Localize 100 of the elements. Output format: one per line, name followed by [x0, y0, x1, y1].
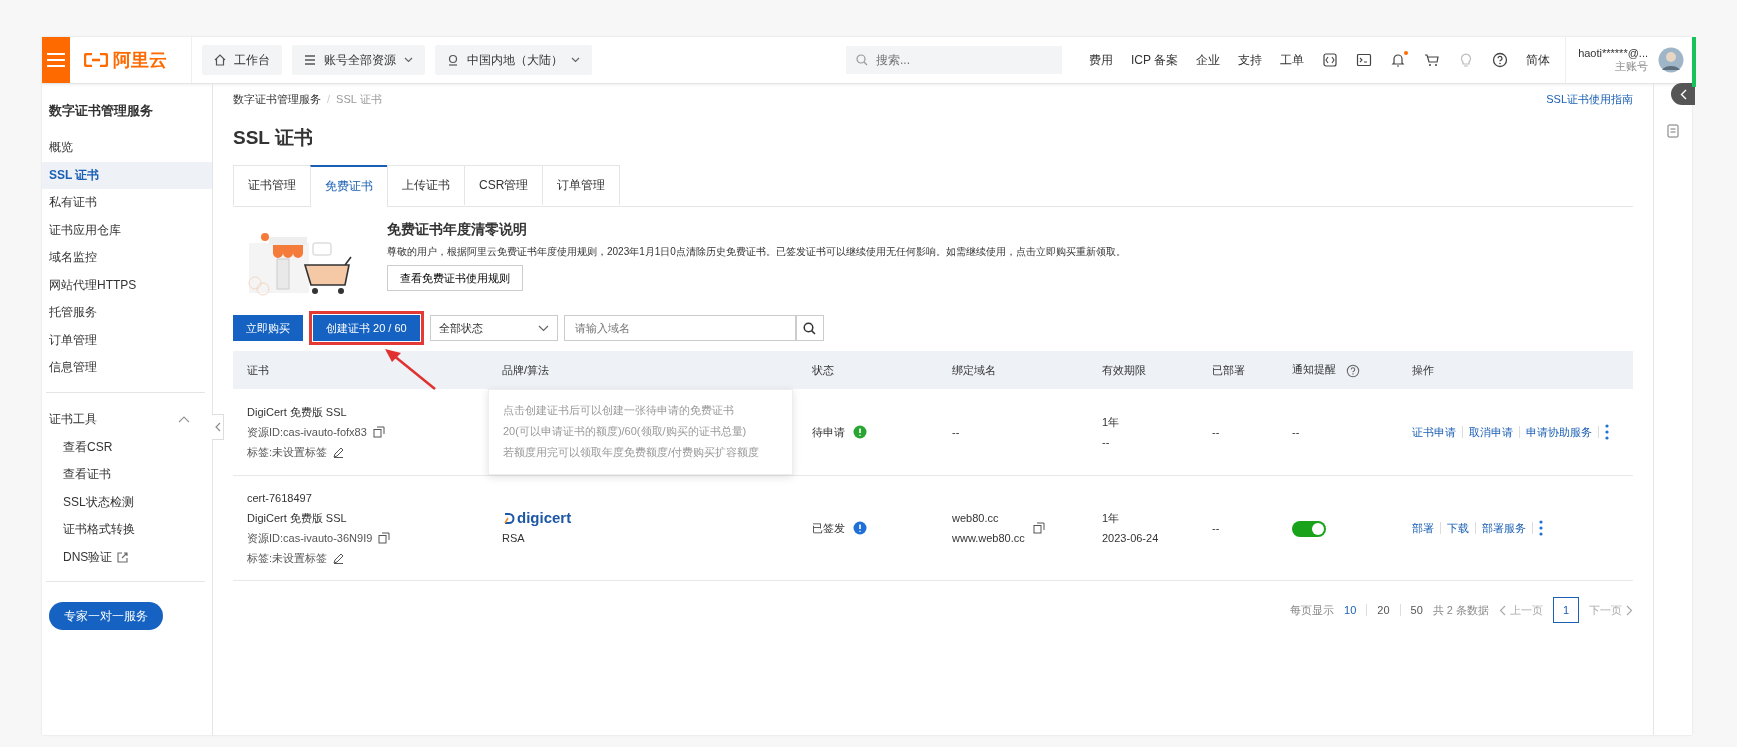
sidebar-item[interactable]: 查看证书 [42, 461, 132, 489]
action-link[interactable]: 证书申请 [1412, 422, 1456, 442]
search-field[interactable]: 搜索... [846, 46, 1062, 74]
tooltip-text: 点击创建证书后可以创建一张待申请的免费证书 [503, 403, 735, 418]
domain-text: www.web80.cc [952, 531, 1025, 546]
domain-text: -- [952, 425, 960, 440]
top-nav-link[interactable]: 企业 [1196, 51, 1221, 69]
resource-id: 资源ID:cas-ivauto-fofx83 [247, 425, 367, 440]
sidebar-item[interactable]: 查看CSR [42, 433, 134, 461]
account-name[interactable]: haoti******@... [1578, 46, 1648, 59]
status-select[interactable]: 全部状态 [429, 315, 558, 341]
notice-title: 免费证书年度清零说明 [387, 221, 528, 239]
breadcrumb-separator: / [327, 93, 331, 105]
status-text: 已签发 [812, 521, 845, 536]
help-icon[interactable] [1492, 52, 1509, 68]
chevron-icon[interactable] [178, 415, 190, 423]
sidebar-item[interactable]: 证书应用仓库 [42, 216, 212, 244]
notification-switch[interactable] [1292, 521, 1326, 538]
notify-text: -- [1292, 426, 1300, 438]
nav-button[interactable]: 中国内地（大陆） [435, 45, 592, 75]
tooltip-text: 20(可以申请证书的额度)/60(领取/购买的证书总量) [503, 424, 748, 439]
edit-icon[interactable] [333, 446, 345, 458]
action-link[interactable]: 取消申请 [1469, 422, 1513, 442]
sidebar-item[interactable]: 托管服务 [42, 299, 212, 327]
copy-icon[interactable] [1032, 522, 1045, 534]
validity-text: 2023-06-24 [1102, 531, 1160, 546]
sidebar-item[interactable]: 网站代理HTTPS [42, 271, 212, 299]
tag-label: 标签:未设置标签 [247, 445, 328, 460]
expert-service-button[interactable]: 专家一对一服务 [49, 602, 163, 630]
status-strip [1692, 37, 1696, 87]
create-certificate-button[interactable]: 创建证书 20 / 60 [313, 315, 420, 341]
rules-button[interactable]: 查看免费证书使用规则 [387, 265, 523, 291]
copy-icon[interactable] [378, 532, 391, 544]
avatar-icon[interactable] [1658, 47, 1684, 73]
buy-now-button[interactable]: 立即购买 [233, 315, 303, 341]
help-icon[interactable] [1346, 363, 1360, 378]
edit-icon[interactable] [333, 552, 345, 564]
bell-icon[interactable] [1390, 52, 1407, 68]
more-icon[interactable] [1539, 520, 1543, 536]
caret-icon [404, 57, 413, 63]
sidebar-item[interactable]: DNS验证 [42, 543, 150, 571]
tab[interactable]: 订单管理 [542, 165, 621, 205]
sidebar-item[interactable]: 订单管理 [42, 326, 212, 354]
page-number-button[interactable]: 1 [1553, 597, 1579, 623]
top-nav-link[interactable]: 费用 [1089, 51, 1113, 69]
sidebar-title: 数字证书管理服务 [48, 102, 154, 120]
sidebar-item[interactable]: 信息管理 [42, 354, 212, 382]
search-button[interactable] [795, 315, 824, 341]
sidebar-item[interactable]: 域名监控 [42, 244, 212, 272]
logo-text: 阿里云 [113, 49, 167, 72]
status-text: 待申请 [812, 425, 845, 440]
nav-button[interactable]: 账号全部资源 [292, 45, 425, 75]
chevron-right-icon [1626, 604, 1633, 616]
resource-id: 资源ID:cas-ivauto-36N9I9 [247, 531, 373, 546]
search-input[interactable]: 搜索... [874, 52, 1038, 68]
menu-button[interactable] [42, 37, 70, 83]
column-header: 绑定域名 [952, 363, 996, 376]
collapse-panel-button[interactable] [1671, 83, 1695, 105]
collapse-sidebar-button[interactable] [212, 414, 224, 440]
breadcrumb-current: SSL 证书 [336, 93, 382, 105]
terminal-icon[interactable] [1356, 52, 1373, 68]
top-nav-link[interactable]: ICP 备案 [1131, 51, 1179, 69]
top-nav-link[interactable]: 工单 [1280, 51, 1305, 69]
tab[interactable]: 证书管理 [233, 165, 311, 205]
domain-search-field[interactable]: 请输入域名 [563, 315, 796, 341]
account-role: 主账号 [1615, 59, 1648, 74]
copy-icon[interactable] [372, 426, 385, 438]
home-icon [214, 54, 226, 66]
language-link[interactable]: 简体 [1526, 51, 1551, 69]
column-header: 通知提醒 [1292, 363, 1336, 376]
tab[interactable]: 免费证书 [310, 165, 388, 207]
page-size-option[interactable]: 10 [1344, 604, 1357, 616]
algorithm: RSA [502, 531, 526, 546]
sidebar-item[interactable]: SSL状态检测 [42, 488, 155, 516]
sidebar-item[interactable]: 私有证书 [42, 189, 212, 217]
sidebar-item[interactable]: 概览 [42, 134, 212, 162]
chevron-left-icon [1499, 604, 1506, 616]
total-count: 共 2 条数据 [1432, 602, 1489, 618]
page-size-option[interactable]: 50 [1410, 604, 1423, 616]
action-link[interactable]: 部署服务 [1482, 518, 1526, 538]
sidebar-item[interactable]: SSL 证书 [42, 161, 212, 189]
action-link[interactable]: 部署 [1412, 518, 1434, 538]
sidebar-item[interactable]: 证书格式转换 [42, 516, 156, 544]
nav-button[interactable]: 工作台 [202, 45, 282, 75]
cart-icon[interactable] [1424, 52, 1441, 68]
product-name: DigiCert 免费版 SSL [247, 405, 348, 420]
guide-link[interactable]: SSL证书使用指南 [1546, 92, 1633, 107]
code-icon[interactable] [1322, 52, 1339, 68]
action-link[interactable]: 申请协助服务 [1526, 422, 1592, 442]
more-icon[interactable] [1605, 424, 1609, 440]
location-pin-icon [447, 54, 459, 66]
breadcrumb-link[interactable]: 数字证书管理服务 [233, 93, 321, 105]
action-link[interactable]: 下载 [1447, 518, 1469, 538]
column-header: 品牌/算法 [502, 363, 550, 376]
logo-icon [84, 53, 108, 67]
top-nav-link[interactable]: 支持 [1238, 51, 1263, 69]
search-icon [803, 321, 817, 335]
page-size-option[interactable]: 20 [1377, 604, 1390, 616]
column-header: 操作 [1412, 363, 1434, 376]
validity-text: 1年 [1102, 415, 1121, 430]
